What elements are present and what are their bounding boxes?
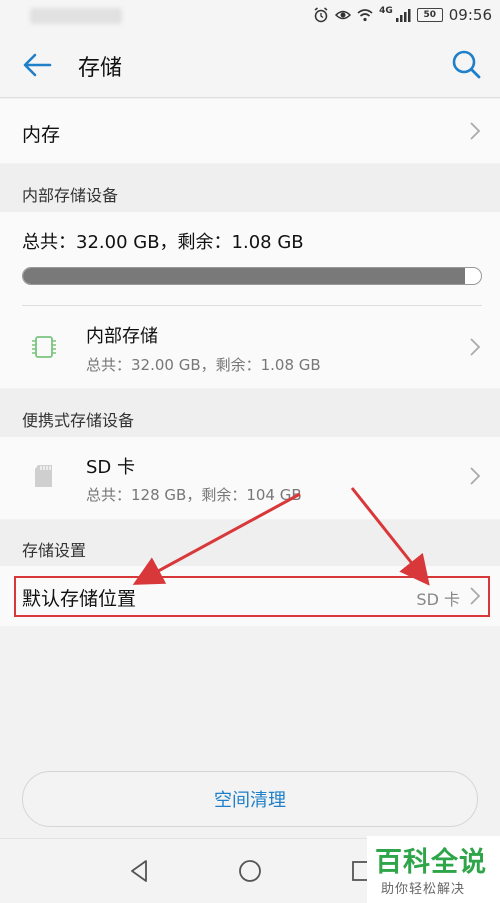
sd-card-title: SD 卡 [86, 457, 136, 478]
status-bar: 4G 50 09:56 [0, 0, 500, 30]
storage-settings-header-text: 存储设置 [22, 541, 87, 560]
portable-storage-header-text: 便携式存储设备 [22, 411, 135, 430]
storage-settings-header: 存储设置 [0, 520, 500, 566]
status-notification-area [30, 8, 122, 24]
page-title: 存储 [78, 56, 123, 81]
sd-card-icon [35, 465, 52, 487]
signal-icon [395, 9, 411, 22]
clean-space-button[interactable]: 空间清理 [22, 771, 478, 827]
memory-row[interactable]: 内存 [0, 99, 500, 163]
internal-storage-item[interactable]: 内部存储 总共：32.00 GB，剩余：1.08 GB [0, 306, 500, 388]
storage-progress-fill [23, 268, 466, 284]
search-icon[interactable] [450, 48, 482, 80]
watermark-subtitle: 助你轻松解决 [381, 882, 466, 897]
network-type: 4G [379, 6, 393, 16]
internal-storage-header: 内部存储设备 [0, 164, 500, 212]
storage-progress-bar [22, 267, 482, 285]
internal-totals: 总共：32.00 GB，剩余：1.08 GB [22, 232, 304, 253]
clock: 09:56 [448, 6, 492, 24]
eye-comfort-icon [335, 10, 352, 20]
internal-storage-header-text: 内部存储设备 [22, 186, 119, 205]
nav-home-icon[interactable] [234, 855, 266, 887]
nav-back-icon[interactable] [124, 855, 156, 887]
app-bar: 存储 [0, 30, 500, 98]
battery-icon: 50 [416, 8, 443, 22]
alarm-icon [314, 7, 328, 23]
watermark-title: 百科全说 [375, 847, 487, 878]
annotation-highlight-box [14, 576, 490, 617]
internal-storage-subtitle: 总共：32.00 GB，剩余：1.08 GB [86, 356, 321, 374]
memory-label: 内存 [22, 124, 61, 146]
wifi-icon [357, 9, 373, 22]
arrow-left-icon[interactable] [20, 50, 56, 80]
internal-storage-title: 内部存储 [86, 326, 158, 347]
chevron-right-icon [470, 467, 481, 485]
chevron-right-icon [470, 122, 481, 140]
chip-icon [32, 336, 56, 358]
sd-card-item[interactable]: SD 卡 总共：128 GB，剩余：104 GB [0, 437, 500, 519]
chevron-right-icon [470, 338, 481, 356]
portable-storage-header: 便携式存储设备 [0, 389, 500, 437]
sd-card-subtitle: 总共：128 GB，剩余：104 GB [86, 486, 302, 504]
watermark-logo: 百科全说 助你轻松解决 [367, 836, 500, 903]
status-icons: 4G 50 09:56 [313, 5, 492, 25]
